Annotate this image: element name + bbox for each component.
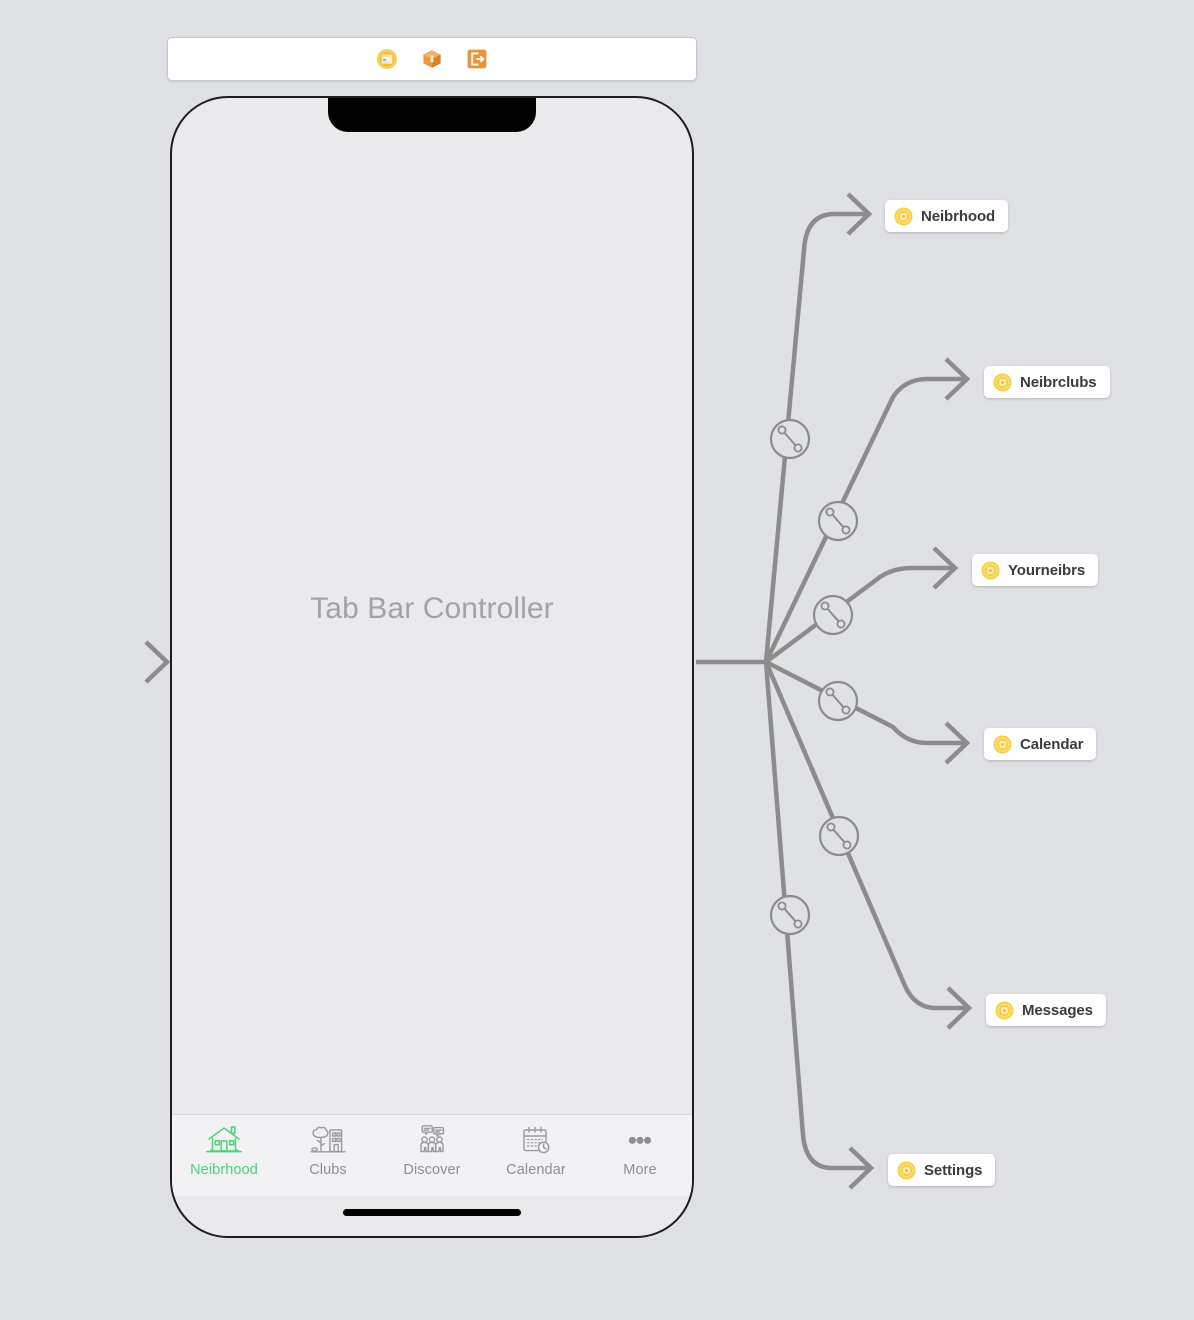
tab-label: Calendar [506,1162,566,1178]
relationship-segue-icon[interactable] [817,500,859,542]
tab-label: Neibrhood [190,1162,258,1178]
view-controller-scene-icon [993,735,1012,754]
tab-label: More [623,1162,657,1178]
relationship-segue-icon[interactable] [812,594,854,636]
first-responder-cube-icon[interactable] [421,48,443,70]
calendar-clock-icon [515,1123,557,1157]
scene-label: Neibrhood [921,207,996,225]
relationship-segue-icon[interactable] [769,418,811,460]
tab-calendar[interactable]: Calendar [484,1123,588,1178]
scene-pill-neibrclubs[interactable]: Neibrclubs [984,366,1110,398]
scene-pill-neibrhood[interactable]: Neibrhood [885,200,1009,232]
tab-neibrhood[interactable]: Neibrhood [172,1123,276,1178]
people-chat-icon [411,1123,453,1157]
scene-pill-yourneibrs[interactable]: Yourneibrs [972,554,1099,586]
segue-to-yourneibrs[interactable] [764,546,959,664]
scene-label: Yourneibrs [1008,561,1086,579]
view-controller-scene-icon [897,1161,916,1180]
page-title: Tab Bar Controller [310,592,554,625]
segue-to-settings[interactable] [763,661,875,1190]
scene-pill-calendar[interactable]: Calendar [984,728,1097,760]
scene-pill-settings[interactable]: Settings [888,1154,996,1186]
relationship-segue-icon[interactable] [817,680,859,722]
scene-label: Calendar [1020,735,1084,753]
exit-segue-icon[interactable] [466,48,488,70]
view-controller-scene-icon [981,561,1000,580]
storyboard-entry-point-arrow [45,640,171,684]
scene-label: Messages [1022,1001,1093,1019]
home-indicator [343,1209,521,1216]
segue-to-calendar[interactable] [764,659,971,765]
house-icon [203,1123,245,1157]
segue-to-messages[interactable] [763,661,973,1030]
storyboard-canvas: Tab Bar Controller Neibrhood Clubs Disco… [0,0,1194,1320]
relationship-segue-icon[interactable] [818,815,860,857]
tab-label: Clubs [309,1162,347,1178]
view-controller-scene-icon [995,1001,1014,1020]
tab-more[interactable]: More [588,1123,692,1178]
tab-discover[interactable]: Discover [380,1123,484,1178]
tab-bar-controller-scene[interactable]: Tab Bar Controller Neibrhood Clubs Disco… [170,96,694,1238]
segue-to-neibrclubs[interactable] [763,357,971,663]
device-notch [328,98,536,132]
ellipsis-icon [619,1123,661,1157]
relationship-segue-icon[interactable] [769,894,811,936]
ios-tab-bar[interactable]: Neibrhood Clubs Discover Calendar More [172,1114,692,1196]
segue-to-neibrhood[interactable] [763,192,873,663]
scene-dock[interactable] [167,37,697,81]
view-controller-scene-icon [993,373,1012,392]
tree-building-icon [307,1123,349,1157]
view-controller-scene-icon [894,207,913,226]
scene-pill-messages[interactable]: Messages [986,994,1106,1026]
scene-label: Neibrclubs [1020,373,1097,391]
tab-label: Discover [403,1162,461,1178]
view-controller-scene-icon[interactable] [376,48,398,70]
tab-clubs[interactable]: Clubs [276,1123,380,1178]
scene-label: Settings [924,1161,983,1179]
